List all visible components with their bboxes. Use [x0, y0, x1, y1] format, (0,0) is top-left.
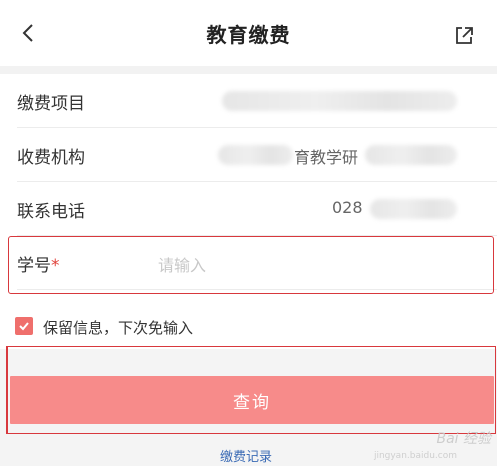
chevron-left-icon[interactable]: [18, 22, 40, 44]
student-id-input[interactable]: 请输入: [158, 252, 206, 276]
student-id-row[interactable]: 学号* 请输入: [0, 236, 497, 290]
fee-item-label: 缴费项目: [17, 93, 85, 114]
institution-value-redacted: [218, 145, 293, 165]
remember-checkbox[interactable]: [15, 317, 33, 335]
remember-label: 保留信息，下次免输入: [43, 319, 194, 337]
phone-label: 联系电话: [17, 201, 85, 222]
fee-item-row[interactable]: 缴费项目: [0, 74, 497, 128]
student-id-label: 学号*: [17, 255, 60, 276]
baidu-watermark: Bai 经验: [436, 431, 491, 447]
institution-value: 育教学研: [294, 148, 359, 167]
app-header: 教育缴费: [0, 0, 497, 66]
phone-value-redacted: [370, 199, 457, 219]
institution-row[interactable]: 收费机构 育教学研: [0, 128, 497, 182]
divider: [17, 289, 497, 290]
payment-form: 缴费项目 收费机构 育教学研 联系电话 028 学号* 请输入: [0, 74, 497, 349]
phone-row[interactable]: 联系电话 028: [0, 182, 497, 236]
watermark-url: jingyan.baidu.com: [373, 451, 457, 461]
share-icon[interactable]: [453, 24, 475, 46]
fee-item-value-redacted: [222, 91, 457, 111]
header-gap: [0, 66, 497, 74]
payment-records-link[interactable]: 缴费记录: [220, 446, 272, 465]
remember-row[interactable]: 保留信息，下次免输入: [0, 312, 497, 342]
institution-value-redacted-tail: [365, 145, 457, 165]
institution-label: 收费机构: [17, 147, 85, 168]
page-title: 教育缴费: [206, 22, 291, 47]
query-button[interactable]: 查询: [10, 376, 494, 424]
phone-value: 028: [332, 198, 363, 217]
